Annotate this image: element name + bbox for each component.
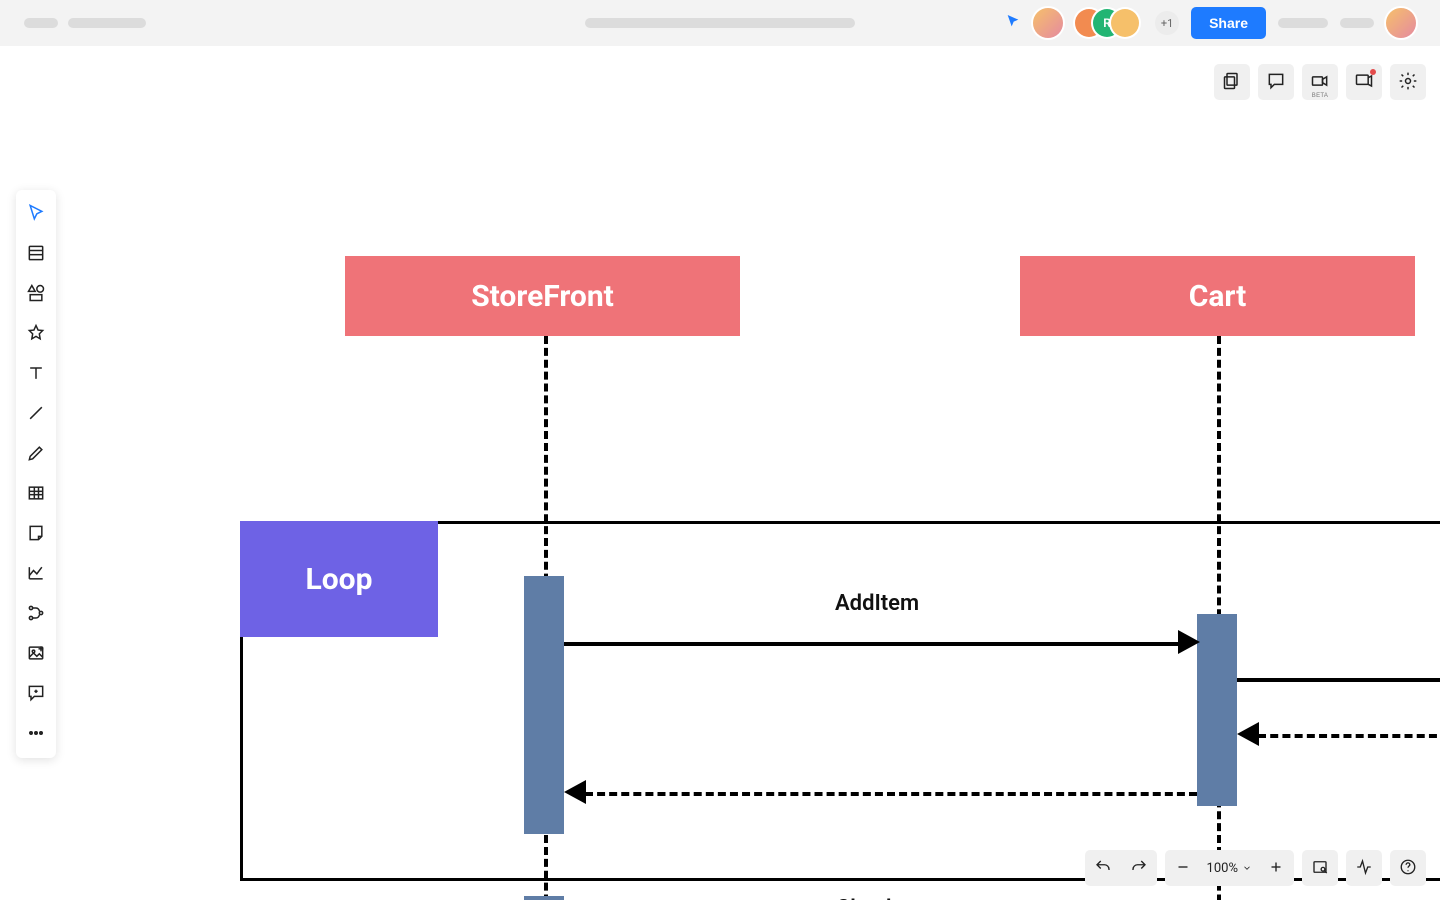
pen-tool[interactable] [18, 436, 54, 472]
undo-icon [1094, 858, 1112, 879]
zoom-out-button[interactable] [1165, 850, 1201, 886]
left-toolbar [16, 190, 56, 758]
video-icon [1310, 71, 1330, 94]
pages-button[interactable] [1214, 64, 1250, 100]
participant-cart[interactable]: Cart [1020, 256, 1415, 336]
comment-tool[interactable] [18, 676, 54, 712]
chart-icon [26, 563, 46, 586]
plus-icon [1267, 858, 1285, 879]
chart-tool[interactable] [18, 556, 54, 592]
activation-storefront-2[interactable] [524, 896, 564, 900]
help-icon [1399, 858, 1417, 879]
menu-placeholder[interactable] [24, 18, 58, 28]
template-tool[interactable] [18, 236, 54, 272]
text-icon [26, 363, 46, 386]
image-tool[interactable] [18, 636, 54, 672]
message-checkout-label[interactable]: Checkout [836, 896, 930, 900]
table-icon [26, 483, 46, 506]
cursor-icon [26, 203, 46, 226]
pages-icon [1222, 71, 1242, 94]
avatar-overflow-badge[interactable]: +1 [1155, 11, 1179, 35]
gear-icon [1398, 71, 1418, 94]
minimap-button[interactable] [1302, 850, 1338, 886]
line-tool[interactable] [18, 396, 54, 432]
more-tools[interactable] [18, 716, 54, 752]
message-additem-arrowhead [1178, 630, 1200, 654]
top-bar: R +1 Share [0, 0, 1440, 46]
diagram-canvas[interactable]: StoreFront Cart Loop AddItem Checkout [0, 46, 1440, 900]
participant-storefront[interactable]: StoreFront [345, 256, 740, 336]
message-return-to-cart[interactable] [1258, 734, 1440, 738]
add-comment-icon [26, 683, 46, 706]
presence-cursor-icon [1005, 13, 1021, 33]
placeholder-1[interactable] [1278, 18, 1328, 28]
activity-icon [1355, 858, 1373, 879]
message-return-to-cart-arrowhead [1237, 722, 1259, 746]
present-button[interactable] [1346, 64, 1382, 100]
presence-avatar-active[interactable] [1033, 8, 1063, 38]
user-avatar[interactable] [1386, 8, 1416, 38]
note-icon [26, 523, 46, 546]
pen-icon [26, 443, 46, 466]
activation-storefront-1[interactable] [524, 576, 564, 834]
select-tool[interactable] [18, 196, 54, 232]
template-icon [26, 243, 46, 266]
activity-button[interactable] [1346, 850, 1382, 886]
redo-button[interactable] [1121, 850, 1157, 886]
shapes-icon [26, 283, 46, 306]
title-placeholder[interactable] [68, 18, 146, 28]
minus-icon [1174, 858, 1192, 879]
participant-cart-label: Cart [1189, 279, 1247, 314]
placeholder-2[interactable] [1340, 18, 1374, 28]
line-icon [26, 403, 46, 426]
message-additem-arrow[interactable] [564, 642, 1186, 646]
connector-icon [26, 603, 46, 626]
connector-tool[interactable] [18, 596, 54, 632]
avatar-3[interactable] [1111, 9, 1139, 37]
bottom-toolbar: 100% [1085, 850, 1426, 886]
star-tool[interactable] [18, 316, 54, 352]
video-button[interactable]: BETA [1302, 64, 1338, 100]
notification-dot [1370, 69, 1376, 75]
secondary-toolbar: BETA [1214, 64, 1426, 100]
comments-button[interactable] [1258, 64, 1294, 100]
share-button[interactable]: Share [1191, 7, 1266, 39]
help-button[interactable] [1390, 850, 1426, 886]
undo-button[interactable] [1085, 850, 1121, 886]
text-tool[interactable] [18, 356, 54, 392]
shapes-tool[interactable] [18, 276, 54, 312]
activation-cart-1[interactable] [1197, 614, 1237, 806]
avatar-stack[interactable]: R [1075, 9, 1139, 37]
settings-button[interactable] [1390, 64, 1426, 100]
breadcrumb-placeholder[interactable] [585, 18, 855, 28]
participant-storefront-label: StoreFront [471, 279, 614, 314]
image-icon [26, 643, 46, 666]
minimap-icon [1311, 858, 1329, 879]
zoom-level[interactable]: 100% [1201, 861, 1258, 876]
message-cart-outgoing[interactable] [1237, 678, 1440, 682]
more-icon [26, 723, 46, 746]
star-icon [26, 323, 46, 346]
redo-icon [1130, 858, 1148, 879]
note-tool[interactable] [18, 516, 54, 552]
message-return-to-storefront[interactable] [585, 792, 1197, 796]
loop-fragment-label[interactable]: Loop [240, 521, 438, 637]
message-return-to-storefront-arrowhead [564, 780, 586, 804]
message-additem-label[interactable]: AddItem [835, 591, 919, 616]
table-tool[interactable] [18, 476, 54, 512]
zoom-in-button[interactable] [1258, 850, 1294, 886]
beta-badge: BETA [1312, 93, 1328, 99]
comment-icon [1266, 71, 1286, 94]
